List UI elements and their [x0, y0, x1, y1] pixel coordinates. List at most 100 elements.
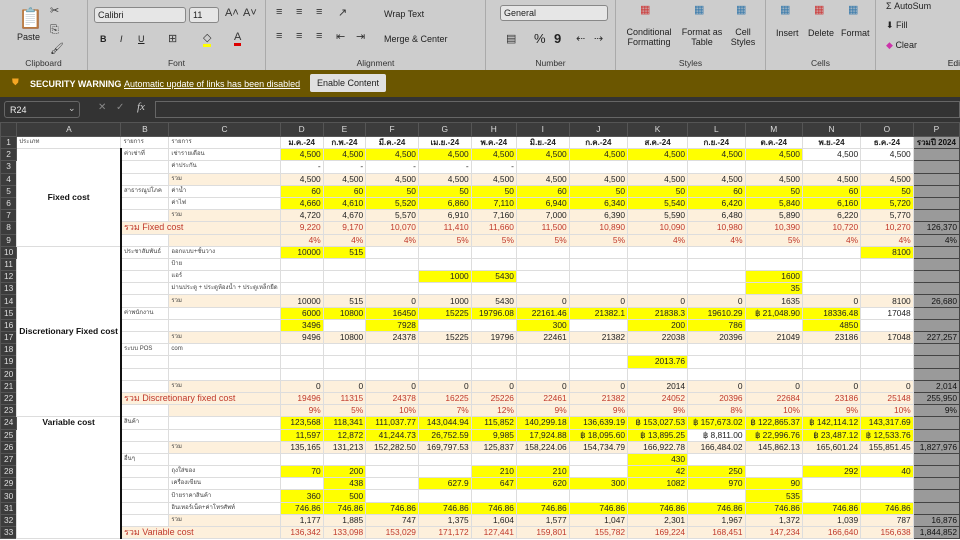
value-cell[interactable] — [470, 257, 517, 272]
align-left-icon[interactable]: ≡ — [276, 30, 282, 42]
value-cell[interactable] — [627, 245, 689, 259]
value-cell[interactable]: 0 — [568, 294, 629, 308]
align-right-icon[interactable]: ≡ — [316, 30, 322, 42]
cell-b1[interactable]: รายการ — [120, 135, 170, 150]
value-cell[interactable]: 6,420 — [687, 196, 746, 211]
value-cell[interactable]: 6,160 — [801, 196, 862, 211]
value-cell[interactable]: 155,851.45 — [860, 440, 914, 454]
value-cell[interactable]: 4,500 — [744, 148, 803, 162]
merge-center-button[interactable]: Merge & Center — [384, 34, 448, 44]
category-cell[interactable] — [120, 367, 170, 381]
value-cell[interactable]: 6,220 — [801, 209, 862, 223]
value-cell[interactable]: 42 — [627, 465, 689, 479]
value-cell[interactable] — [470, 245, 517, 259]
year-total-cell[interactable] — [912, 452, 960, 467]
value-cell[interactable]: 19496 — [279, 391, 324, 406]
value-cell[interactable]: 4,500 — [279, 172, 324, 186]
conditional-formatting-button[interactable]: Conditional Formatting — [624, 27, 674, 47]
value-cell[interactable] — [470, 282, 517, 296]
value-cell[interactable]: 127,441 — [470, 525, 517, 540]
value-cell[interactable] — [744, 257, 803, 272]
value-cell[interactable]: 746.86 — [279, 501, 324, 515]
year-total-cell[interactable] — [912, 209, 960, 223]
category-cell[interactable]: ระบบ POS — [120, 343, 170, 357]
value-cell[interactable] — [744, 465, 803, 479]
value-cell[interactable]: 50 — [417, 184, 472, 198]
value-cell[interactable]: 5,890 — [744, 209, 803, 223]
row-header[interactable]: 15 — [0, 306, 18, 320]
value-cell[interactable]: 154,734.79 — [568, 440, 629, 454]
value-cell[interactable]: 41,244.73 — [365, 428, 419, 442]
value-cell[interactable] — [417, 282, 472, 296]
value-cell[interactable]: 60 — [279, 184, 324, 198]
value-cell[interactable] — [568, 245, 629, 259]
value-cell[interactable]: 9% — [801, 404, 862, 418]
group-label[interactable]: Discretionary Fixed cost — [16, 245, 122, 418]
value-cell[interactable] — [627, 489, 689, 503]
value-cell[interactable]: 292 — [801, 465, 862, 479]
year-total-cell[interactable]: 16,876 — [912, 513, 960, 528]
value-cell[interactable]: 0 — [279, 379, 324, 393]
value-cell[interactable]: 4% — [279, 233, 324, 247]
value-cell[interactable] — [687, 282, 746, 296]
value-cell[interactable] — [365, 489, 419, 503]
value-cell[interactable] — [279, 282, 324, 296]
year-total-cell[interactable] — [912, 306, 960, 320]
item-cell[interactable]: รวม — [168, 172, 281, 186]
value-cell[interactable]: 21382.1 — [568, 306, 629, 320]
value-cell[interactable]: 627.9 — [417, 477, 472, 491]
value-cell[interactable] — [627, 160, 689, 174]
value-cell[interactable]: 60 — [322, 184, 367, 198]
value-cell[interactable]: 0 — [568, 379, 629, 393]
value-cell[interactable]: 133,098 — [322, 525, 367, 540]
row-header[interactable]: 18 — [0, 343, 18, 357]
value-cell[interactable]: 169,224 — [627, 525, 689, 540]
month-header[interactable]: ก.ย.-24 — [687, 135, 746, 150]
value-cell[interactable] — [515, 245, 570, 259]
value-cell[interactable]: 7928 — [365, 318, 419, 333]
value-cell[interactable]: ฿ 122,865.37 — [744, 416, 803, 430]
value-cell[interactable] — [470, 318, 517, 333]
align-center-icon[interactable]: ≡ — [296, 30, 302, 42]
row-header[interactable]: 2 — [0, 148, 18, 162]
value-cell[interactable]: 746.86 — [744, 501, 803, 515]
value-cell[interactable]: 4,660 — [279, 196, 324, 211]
value-cell[interactable]: 4,500 — [470, 148, 517, 162]
value-cell[interactable]: 3496 — [279, 318, 324, 333]
value-cell[interactable] — [627, 270, 689, 284]
year-total-cell[interactable] — [912, 148, 960, 162]
cell-a1[interactable]: ประเภท — [16, 135, 122, 150]
borders-icon[interactable]: ⊞ — [168, 32, 177, 45]
value-cell[interactable] — [744, 452, 803, 467]
category-cell[interactable]: ค่าพนักงาน — [120, 306, 170, 320]
wrap-text-button[interactable]: Wrap Text — [384, 9, 424, 19]
year-total-cell[interactable]: 2,014 — [912, 379, 960, 393]
value-cell[interactable]: 135,165 — [279, 440, 324, 454]
value-cell[interactable]: 430 — [627, 452, 689, 467]
column-header-J[interactable]: J — [568, 122, 629, 137]
row-header[interactable]: 26 — [0, 440, 18, 454]
total-label[interactable]: รวม Discretionary fixed cost — [120, 391, 281, 406]
value-cell[interactable] — [744, 355, 803, 369]
value-cell[interactable]: 0 — [801, 379, 862, 393]
value-cell[interactable] — [801, 343, 862, 357]
value-cell[interactable]: 6,340 — [568, 196, 629, 211]
month-header[interactable]: มี.ค.-24 — [365, 135, 419, 150]
decrease-indent-icon[interactable]: ⇤ — [336, 30, 345, 43]
value-cell[interactable]: 24378 — [365, 391, 419, 406]
value-cell[interactable]: ฿ 157,673.02 — [687, 416, 746, 430]
value-cell[interactable] — [687, 257, 746, 272]
year-total-cell[interactable] — [912, 318, 960, 333]
value-cell[interactable]: ฿ 21,048.90 — [744, 306, 803, 320]
year-total-cell[interactable]: 1,827,976 — [912, 440, 960, 454]
value-cell[interactable] — [801, 355, 862, 369]
row-header[interactable]: 19 — [0, 355, 18, 369]
orientation-icon[interactable]: ↗ — [338, 6, 347, 19]
item-cell[interactable] — [168, 318, 281, 333]
value-cell[interactable]: 10,270 — [860, 221, 914, 235]
item-cell[interactable]: รวม — [168, 330, 281, 345]
row-header[interactable]: 17 — [0, 330, 18, 345]
value-cell[interactable]: 2013.76 — [627, 355, 689, 369]
cell-styles-button[interactable]: Cell Styles — [726, 27, 760, 47]
value-cell[interactable]: 125,837 — [470, 440, 517, 454]
